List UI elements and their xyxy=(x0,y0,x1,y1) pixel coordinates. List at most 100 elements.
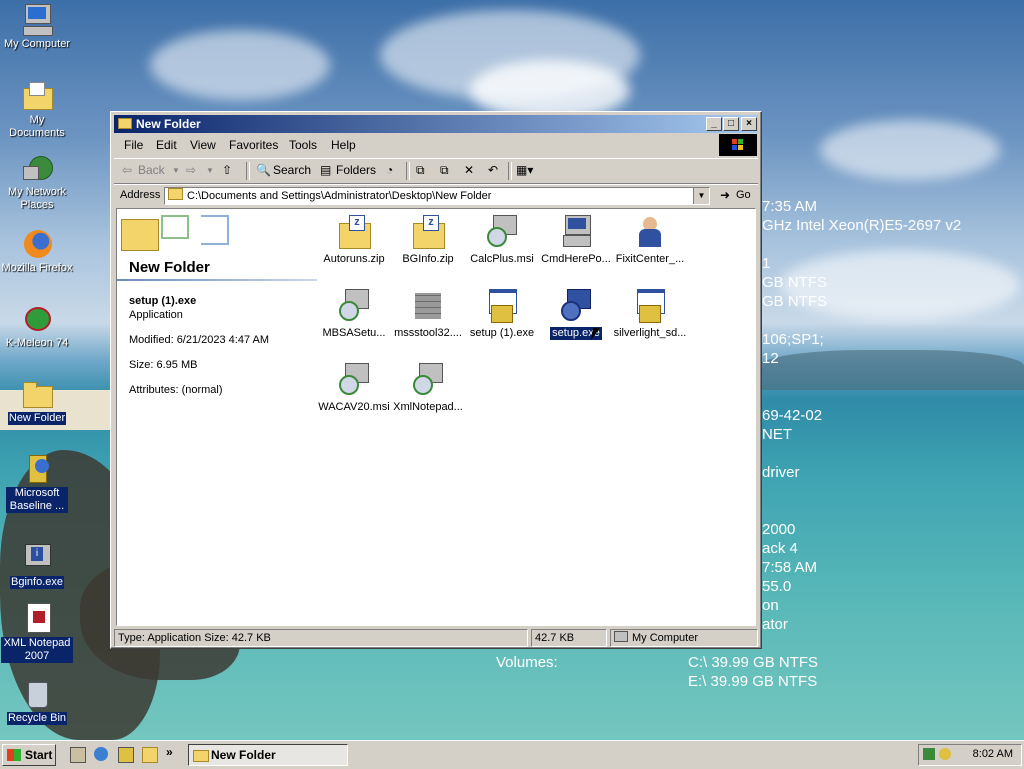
views-icon[interactable]: ▦▾ xyxy=(516,163,533,177)
computer-icon xyxy=(21,4,53,36)
desktop-icon-my-documents[interactable]: My Documents xyxy=(0,80,74,140)
explorer-icon[interactable] xyxy=(142,747,158,763)
bginfo-line: ack 4 xyxy=(762,540,798,557)
menu-view[interactable]: View xyxy=(190,138,216,152)
back-button[interactable]: Back xyxy=(138,163,165,177)
bginfo-line xyxy=(762,444,961,463)
dropdown-arrow-icon[interactable]: ▼ xyxy=(206,166,214,175)
chevron-icon[interactable]: » xyxy=(166,745,173,759)
computer-icon xyxy=(614,631,628,642)
address-dropdown-button[interactable]: ▼ xyxy=(693,188,709,204)
bginfo-line: 55.0 xyxy=(762,578,792,595)
desktop-icon-k-meleon[interactable]: K-Meleon 74 xyxy=(0,303,74,350)
copy-to-icon[interactable]: ⧉ xyxy=(440,163,449,178)
search-button[interactable]: Search xyxy=(273,163,311,177)
file-item[interactable]: FixitCenter_... xyxy=(611,215,689,266)
file-item[interactable]: MBSASetu... xyxy=(315,289,393,340)
taskbar-button-new-folder[interactable]: New Folder xyxy=(188,744,348,766)
status-bar: Type: Application Size: 42.7 KB 42.7 KB … xyxy=(114,629,758,647)
windows-flag-icon xyxy=(7,749,21,761)
panel-divider xyxy=(117,279,317,281)
menu-file[interactable]: File xyxy=(124,138,143,152)
desktop-icon-new-folder[interactable]: New Folder xyxy=(0,378,74,425)
wrench-man-icon xyxy=(633,215,667,249)
desktop-icon-recycle-bin[interactable]: Recycle Bin xyxy=(0,678,74,725)
installer-icon xyxy=(411,363,445,397)
bginfo-line: GHz Intel Xeon(R)E5-2697 v2 xyxy=(762,217,962,234)
bginfo-line xyxy=(762,482,961,501)
bginfo-volume-c: C:\ 39.99 GB NTFS xyxy=(688,654,819,671)
bginfo-line: 1 xyxy=(762,255,771,272)
folder-icon xyxy=(21,378,53,410)
file-item[interactable]: mssstool32.... xyxy=(389,289,467,340)
bginfo-line: driver xyxy=(762,464,800,481)
zip-folder-icon: z xyxy=(337,215,371,249)
file-item[interactable]: CalcPlus.msi xyxy=(463,215,541,266)
firefox-icon xyxy=(21,228,53,260)
file-item[interactable]: setup (1).exe xyxy=(463,289,541,340)
bginfo-line: 2000 xyxy=(762,521,796,538)
internet-explorer-icon[interactable] xyxy=(94,747,108,761)
address-input[interactable]: C:\Documents and Settings\Administrator\… xyxy=(164,187,710,205)
delete-icon[interactable]: ✕ xyxy=(464,163,474,177)
outlook-express-icon[interactable] xyxy=(118,747,134,763)
folder-banner-icon xyxy=(121,213,233,257)
go-button[interactable]: Go xyxy=(736,189,751,201)
start-label: Start xyxy=(25,748,53,762)
show-desktop-icon[interactable] xyxy=(70,747,86,763)
go-arrow-icon[interactable]: ➜ xyxy=(720,188,730,202)
explorer-window[interactable]: New Folder _ □ × File Edit View Favorite… xyxy=(110,111,762,649)
back-arrow-icon: ⇦ xyxy=(122,163,133,177)
desktop-icon-baseline-analyzer[interactable]: Microsoft Baseline ... xyxy=(0,453,74,513)
selected-file-type: Application xyxy=(129,309,183,321)
history-icon[interactable]: ◔ xyxy=(386,163,393,177)
file-view[interactable]: New Folder setup (1).exe Application Mod… xyxy=(116,208,756,626)
file-item[interactable]: CmdHerePo... xyxy=(537,215,615,266)
desktop-icon-firefox[interactable]: Mozilla Firefox xyxy=(0,228,74,275)
up-folder-icon[interactable]: ⇧ xyxy=(222,163,232,177)
file-item[interactable]: z Autoruns.zip xyxy=(315,215,393,266)
search-icon: 🔍 xyxy=(256,163,271,177)
title-bar[interactable]: New Folder _ □ × xyxy=(114,115,758,133)
selected-file-size: Size: 6.95 MB xyxy=(129,359,198,371)
desktop-icon-my-computer[interactable]: My Computer xyxy=(0,4,74,51)
windows-logo-icon xyxy=(719,134,757,156)
move-to-icon[interactable]: ⧉ xyxy=(416,163,425,178)
file-item[interactable]: silverlight_sd... xyxy=(611,289,689,340)
menu-edit[interactable]: Edit xyxy=(156,138,177,152)
bginfo-line: 12 xyxy=(762,350,779,367)
mouse-cursor-icon xyxy=(590,328,606,340)
bginfo-line: 7:35 AM xyxy=(762,198,818,215)
network-tray-icon[interactable] xyxy=(923,748,935,760)
menu-help[interactable]: Help xyxy=(331,138,356,152)
menu-favorites[interactable]: Favorites xyxy=(229,138,278,152)
start-button[interactable]: Start xyxy=(2,744,56,766)
menu-tools[interactable]: Tools xyxy=(289,138,317,152)
file-item[interactable]: z BGInfo.zip xyxy=(389,215,467,266)
taskbar-button-label: New Folder xyxy=(211,748,276,762)
bginfo-line: GB NTFS xyxy=(762,293,828,310)
status-description: Type: Application Size: 42.7 KB xyxy=(114,629,528,647)
bginfo-line xyxy=(762,235,961,254)
file-item[interactable]: WACAV20.msi xyxy=(315,363,393,414)
system-tray: 8:02 AM xyxy=(918,744,1022,766)
undo-icon[interactable]: ↶ xyxy=(488,163,498,177)
file-item[interactable]: XmlNotepad... xyxy=(389,363,467,414)
dropdown-arrow-icon[interactable]: ▼ xyxy=(172,166,180,175)
recycle-bin-icon xyxy=(21,678,53,710)
status-size: 42.7 KB xyxy=(531,629,607,647)
minimize-button[interactable]: _ xyxy=(706,117,722,131)
desktop-icon-network-places[interactable]: My Network Places xyxy=(0,152,74,212)
security-tray-icon[interactable] xyxy=(939,748,951,760)
desktop-icon-xml-notepad[interactable]: XML Notepad 2007 xyxy=(0,603,74,663)
folders-icon: ▤ xyxy=(320,163,332,177)
forward-arrow-icon[interactable]: ⇨ xyxy=(186,163,196,177)
bginfo-values: 7:35 AM GHz Intel Xeon(R)E5-2697 v2 1 GB N… xyxy=(762,197,961,634)
baseline-analyzer-icon xyxy=(21,453,53,485)
k-meleon-icon xyxy=(21,303,53,335)
desktop-icon-bginfo[interactable]: i Bginfo.exe xyxy=(0,542,74,589)
maximize-button[interactable]: □ xyxy=(723,117,739,131)
close-button[interactable]: × xyxy=(741,117,757,131)
clock[interactable]: 8:02 AM xyxy=(973,748,1013,760)
folders-button[interactable]: Folders xyxy=(336,163,376,177)
